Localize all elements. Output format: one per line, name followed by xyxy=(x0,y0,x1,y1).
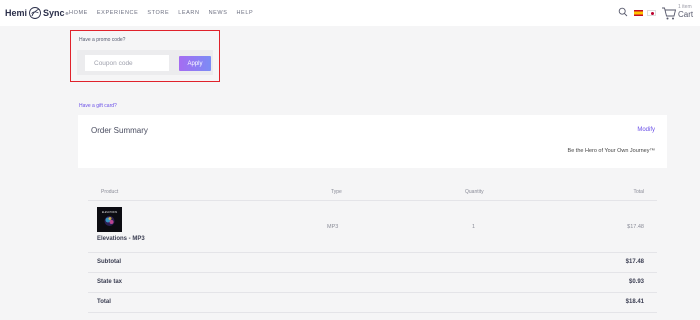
nav-help[interactable]: HELP xyxy=(236,10,253,16)
order-summary-subtitle: Be the Hero of Your Own Journey™ xyxy=(567,148,655,154)
subtotal-label: Subtotal xyxy=(97,259,121,265)
total-label: Total xyxy=(97,299,111,305)
product-quantity: 1 xyxy=(472,224,476,230)
promo-code-section: Have a promo code? Apply xyxy=(70,30,220,82)
table-divider xyxy=(88,292,657,293)
modify-order-link[interactable]: Modify xyxy=(637,127,655,133)
product-total: $17.48 xyxy=(627,224,644,230)
coupon-code-input[interactable] xyxy=(85,55,169,71)
spanish-flag-icon[interactable] xyxy=(634,10,643,16)
column-header-type: Type xyxy=(331,189,342,195)
table-divider xyxy=(88,200,657,201)
logo-text-hemi: Hemi xyxy=(5,8,28,18)
hemi-sync-logo[interactable]: Hemi Sync ® xyxy=(5,6,68,20)
gift-card-link[interactable]: Have a gift card? xyxy=(79,103,117,109)
nav-home[interactable]: HOME xyxy=(69,10,88,16)
table-divider xyxy=(88,252,657,253)
state-tax-label: State tax xyxy=(97,279,123,285)
order-summary-card: Order Summary Modify Be the Hero of Your… xyxy=(78,115,667,168)
cart-summary[interactable]: 1 item Cart xyxy=(678,4,693,19)
apply-coupon-button[interactable]: Apply xyxy=(179,56,211,71)
order-summary-title: Order Summary xyxy=(91,126,148,135)
nav-experience[interactable]: EXPERIENCE xyxy=(97,10,138,16)
top-nav-bar: Hemi Sync ® HOME EXPERIENCE STORE LEARN … xyxy=(0,0,700,26)
japanese-flag-icon[interactable] xyxy=(647,10,656,16)
nav-news[interactable]: NEWS xyxy=(209,10,228,16)
column-header-quantity: Quantity xyxy=(465,189,484,195)
product-name[interactable]: Elevations - MP3 xyxy=(97,236,145,242)
column-header-product: Product xyxy=(101,189,119,195)
logo-swirl-icon xyxy=(29,7,41,19)
column-header-total: Total xyxy=(633,189,644,195)
table-divider xyxy=(88,312,657,313)
main-nav: HOME EXPERIENCE STORE LEARN NEWS HELP xyxy=(69,10,253,16)
cart-icon[interactable] xyxy=(661,5,677,21)
promo-code-title: Have a promo code? xyxy=(79,37,126,43)
product-thumbnail[interactable]: ELEVATIONS xyxy=(97,207,122,232)
total-value: $18.41 xyxy=(625,299,644,305)
search-icon[interactable] xyxy=(618,7,628,17)
product-type: MP3 xyxy=(327,224,339,230)
state-tax-value: $0.93 xyxy=(628,279,644,285)
table-divider xyxy=(88,272,657,273)
nav-learn[interactable]: LEARN xyxy=(178,10,199,16)
logo-text-sync: Sync xyxy=(43,8,65,18)
nav-store[interactable]: STORE xyxy=(147,10,169,16)
album-art-caption: ELEVATIONS xyxy=(102,211,118,214)
promo-code-form: Apply xyxy=(77,50,213,75)
album-art-image: ELEVATIONS xyxy=(97,207,122,232)
subtotal-value: $17.48 xyxy=(625,259,644,265)
cart-label: Cart xyxy=(678,10,694,19)
